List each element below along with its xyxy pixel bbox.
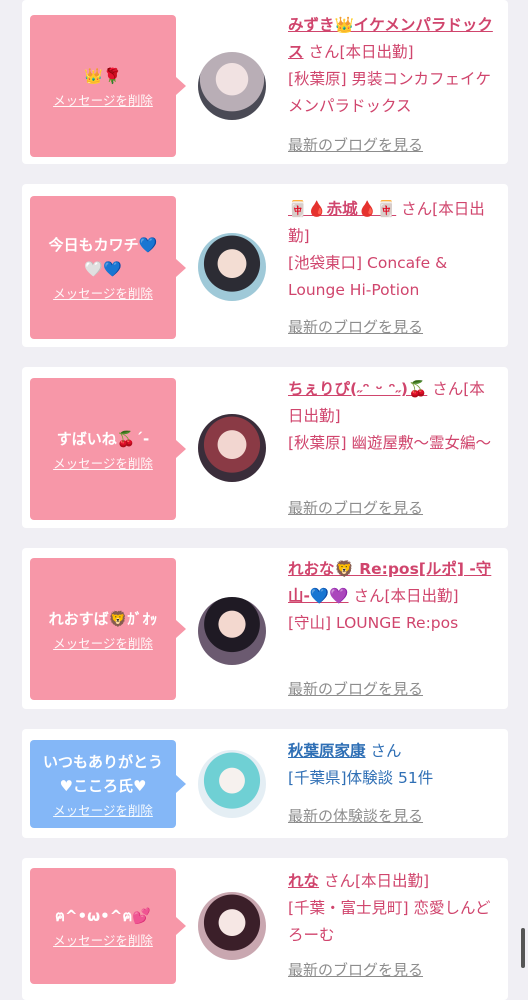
message-card: すばいね🍒´- メッセージを削除 ちぇりぴ(˶ᵔ ᵕ ᵔ˶)🍒 さん[本日出勤]…: [22, 367, 508, 528]
message-card: れおすば🦁ｶﾞｵｯ メッセージを削除 れおな🦁 Re:pos[ルポ] -守山-💙…: [22, 548, 508, 709]
message-bubble: ฅ^•ω•^ฅ💕 メッセージを削除: [30, 868, 186, 984]
delete-message-link[interactable]: メッセージを削除: [53, 930, 153, 949]
message-text: れおすば🦁ｶﾞｵｯ: [48, 609, 158, 628]
avatar[interactable]: [198, 750, 266, 818]
profile-info: 🀄🩸赤城🩸🀄 さん[本日出勤] [池袋東口] Concafe & Lounge …: [288, 196, 500, 304]
profile-info: 秋葉原家康 さん [千葉県]体験談 51件: [288, 738, 500, 792]
latest-blog-link[interactable]: 最新のブログを見る: [288, 678, 423, 699]
message-text: ฅ^•ω•^ฅ💕: [54, 906, 152, 925]
message-card: 今日もカワチ💙 🤍💙 メッセージを削除 🀄🩸赤城🩸🀄 さん[本日出勤] [池袋東…: [22, 184, 508, 347]
delete-message-link[interactable]: メッセージを削除: [53, 633, 153, 652]
latest-blog-link[interactable]: 最新のブログを見る: [288, 134, 423, 155]
status-text: さん[本日出勤]: [353, 587, 459, 605]
profile-info: れな さん[本日出勤] [千葉・富士見町] 恋愛しんどろーむ: [288, 868, 500, 949]
message-bubble: 今日もカワチ💙 🤍💙 メッセージを削除: [30, 196, 186, 339]
status-text: さん[本日出勤]: [308, 43, 414, 61]
profile-name-link[interactable]: 🀄🩸赤城🩸🀄: [288, 200, 396, 218]
latest-blog-link[interactable]: 最新のブログを見る: [288, 497, 423, 518]
delete-message-link[interactable]: メッセージを削除: [53, 800, 153, 819]
profile-name-link[interactable]: 秋葉原家康: [288, 742, 366, 760]
scrollbar[interactable]: [521, 928, 525, 968]
message-bubble: 👑🌹 メッセージを削除: [30, 15, 186, 157]
profile-info: みずき👑イケメンパラドックス さん[本日出勤] [秋葉原] 男装コンカフェイケメ…: [288, 12, 500, 120]
message-card: いつもありがとう ♥こころ氏♥ メッセージを削除 秋葉原家康 さん [千葉県]体…: [22, 729, 508, 838]
shop-location: [秋葉原] 男装コンカフェイケメンパラドックス: [288, 70, 492, 115]
shop-location: [池袋東口] Concafe & Lounge Hi-Potion: [288, 254, 448, 299]
shop-location: [秋葉原] 幽遊屋敷〜霊女編〜: [288, 434, 492, 452]
profile-name-link[interactable]: れな: [288, 872, 319, 890]
profile-name-link[interactable]: ちぇりぴ(˶ᵔ ᵕ ᵔ˶)🍒: [288, 380, 427, 398]
shop-location: [守山] LOUNGE Re:pos: [288, 614, 459, 632]
status-text: さん[本日出勤]: [323, 872, 430, 890]
message-text: いつもありがとう ♥こころ氏♥: [42, 752, 163, 795]
shop-location: [千葉・富士見町] 恋愛しんどろーむ: [288, 899, 491, 944]
avatar[interactable]: [198, 892, 266, 960]
message-text: 今日もカワチ💙 🤍💙: [48, 236, 158, 278]
avatar[interactable]: [198, 52, 266, 120]
avatar[interactable]: [198, 233, 266, 301]
latest-blog-link[interactable]: 最新のブログを見る: [288, 959, 423, 980]
status-text: さん: [370, 742, 402, 760]
latest-review-link[interactable]: 最新の体験談を見る: [288, 805, 423, 826]
delete-message-link[interactable]: メッセージを削除: [53, 90, 153, 109]
message-card: ฅ^•ω•^ฅ💕 メッセージを削除 れな さん[本日出勤] [千葉・富士見町] …: [22, 858, 508, 1000]
message-bubble: すばいね🍒´- メッセージを削除: [30, 378, 186, 520]
avatar[interactable]: [198, 597, 266, 665]
profile-info: れおな🦁 Re:pos[ルポ] -守山-💙💜 さん[本日出勤] [守山] LOU…: [288, 556, 500, 637]
avatar[interactable]: [198, 414, 266, 482]
review-count: [千葉県]体験談 51件: [288, 769, 434, 787]
profile-info: ちぇりぴ(˶ᵔ ᵕ ᵔ˶)🍒 さん[本日出勤] [秋葉原] 幽遊屋敷〜霊女編〜: [288, 376, 500, 457]
message-text: 👑🌹: [84, 66, 122, 85]
latest-blog-link[interactable]: 最新のブログを見る: [288, 316, 423, 337]
message-bubble: いつもありがとう ♥こころ氏♥ メッセージを削除: [30, 740, 186, 828]
message-bubble: れおすば🦁ｶﾞｵｯ メッセージを削除: [30, 558, 186, 700]
message-card: 👑🌹 メッセージを削除 みずき👑イケメンパラドックス さん[本日出勤] [秋葉原…: [22, 0, 508, 164]
message-text: すばいね🍒´-: [56, 429, 150, 448]
delete-message-link[interactable]: メッセージを削除: [53, 453, 153, 472]
delete-message-link[interactable]: メッセージを削除: [53, 283, 153, 302]
